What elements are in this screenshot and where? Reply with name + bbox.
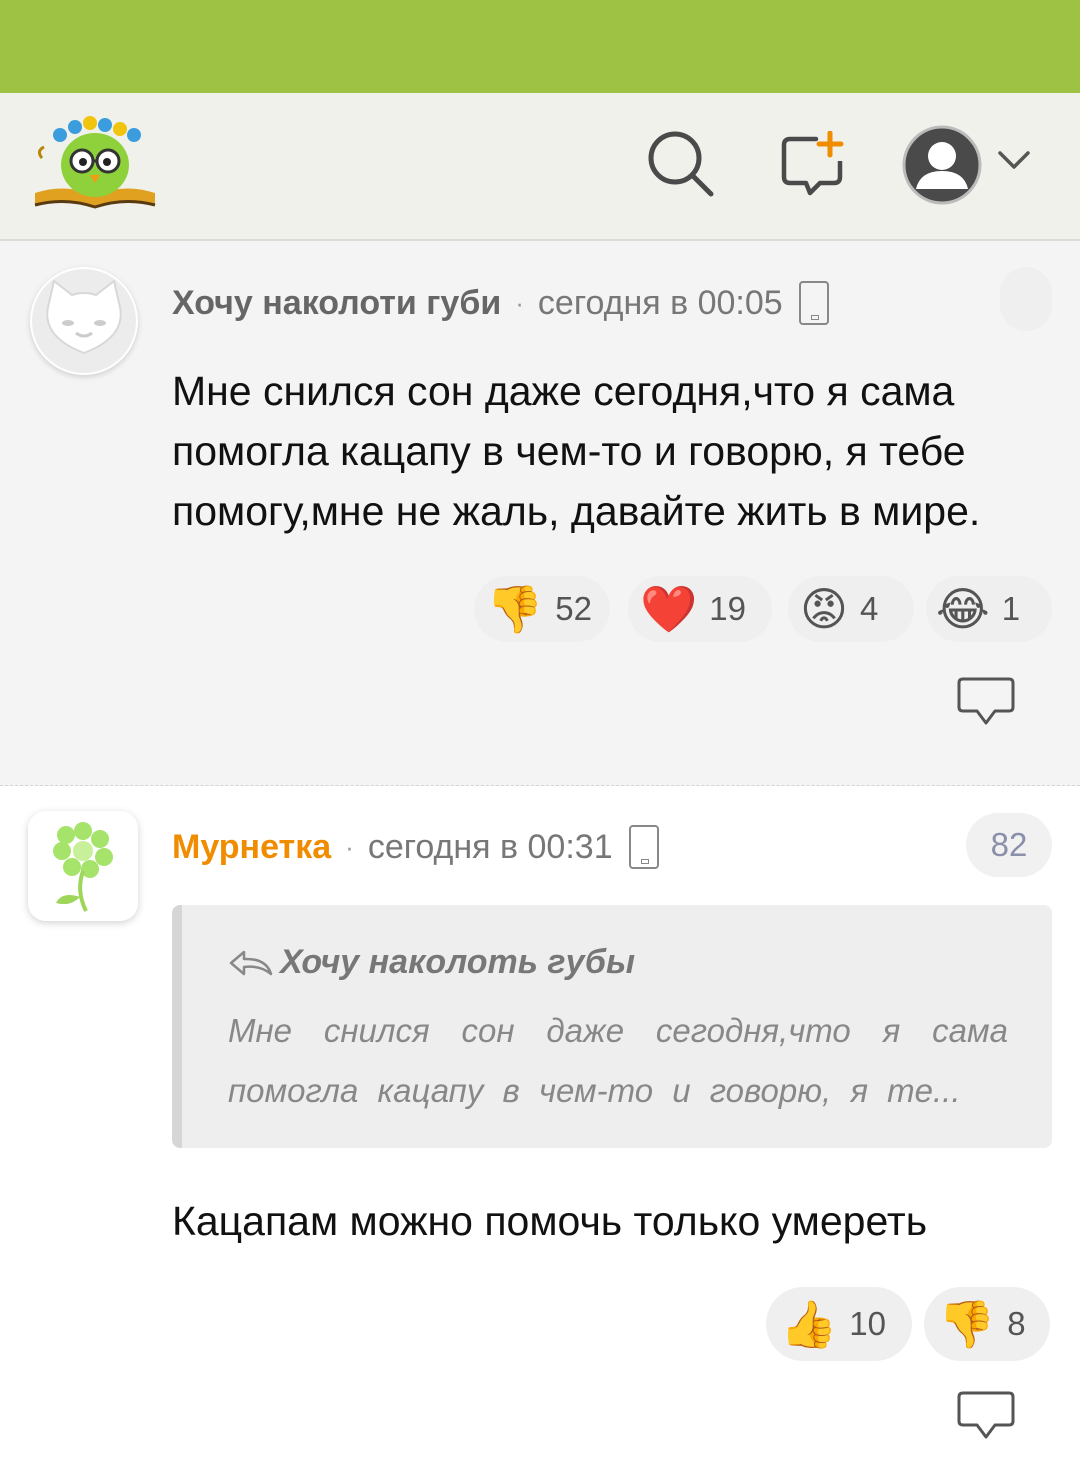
new-post-icon[interactable]: [778, 131, 848, 201]
reaction-thumbs-up[interactable]: 👍 10: [766, 1287, 912, 1361]
meta-separator: ·: [345, 831, 354, 862]
reaction-heart[interactable]: ❤️ 19: [628, 576, 772, 642]
status-bar: [0, 0, 1080, 93]
reaction-count: 8: [1007, 1305, 1026, 1342]
reaction-thumbs-down[interactable]: 👎 52: [474, 576, 610, 642]
thumbs-down-icon: 👎: [938, 1297, 996, 1351]
user-avatar-icon[interactable]: [900, 123, 984, 207]
flower-avatar-icon: [28, 811, 138, 921]
chevron-down-icon[interactable]: [996, 145, 1032, 175]
angry-face-icon: 😡: [800, 582, 848, 636]
reaction-count: 1: [1001, 590, 1021, 627]
comment-meta: Хочу наколоти губи · сегодня в 00:05: [172, 281, 829, 325]
reaction-count: 52: [555, 590, 592, 627]
mobile-device-icon: [628, 825, 659, 869]
comment-options[interactable]: [1000, 267, 1052, 331]
reaction-thumbs-down[interactable]: 👎 8: [924, 1287, 1050, 1361]
cat-avatar-icon: [32, 269, 136, 373]
reaction-angry[interactable]: 😡 4: [788, 576, 914, 642]
comment-author[interactable]: Хочу наколоти губи: [172, 284, 501, 323]
user-rating-badge[interactable]: 82: [966, 813, 1052, 877]
reaction-count: 10: [849, 1305, 886, 1342]
meta-separator: ·: [515, 287, 524, 318]
reaction-count: 19: [709, 590, 746, 627]
quote-text: Мне снился сон даже сегодня,что я сама п…: [228, 1012, 1008, 1109]
comment-item: Хочу наколоти губи · сегодня в 00:05 Мне…: [0, 241, 1080, 786]
quote-author-row: Хочу наколоть губы: [228, 943, 635, 982]
thumbs-down-icon: 👎: [486, 582, 544, 636]
quoted-comment[interactable]: Хочу наколоть губы Мне снился сон даже с…: [172, 905, 1052, 1148]
avatar[interactable]: [30, 267, 138, 375]
quote-author: Хочу наколоть губы: [280, 943, 635, 981]
avatar[interactable]: [28, 811, 138, 921]
search-icon[interactable]: [645, 128, 717, 200]
owl-book-logo[interactable]: [30, 113, 160, 213]
reaction-laugh[interactable]: 😂 1: [926, 576, 1052, 642]
laughing-face-icon: 😂: [936, 582, 990, 636]
mobile-device-icon: [798, 281, 829, 325]
heart-icon: ❤️: [640, 582, 698, 636]
comment-author[interactable]: Мурнетка: [172, 828, 331, 867]
comment-text: Кацапам можно помочь только умереть: [172, 1198, 928, 1244]
comment-meta: Мурнетка · сегодня в 00:31: [172, 825, 659, 869]
app-header: [0, 93, 1080, 241]
comment-time[interactable]: сегодня в 00:05: [538, 284, 783, 323]
thumbs-up-icon: 👍: [780, 1297, 838, 1351]
comment-time[interactable]: сегодня в 00:31: [368, 828, 613, 867]
comment-text: Мне снился сон даже сегодня,что я сама п…: [172, 368, 981, 534]
reaction-count: 4: [859, 590, 879, 627]
comment-item: Мурнетка · сегодня в 00:31 82 Хочу накол…: [0, 787, 1080, 1482]
reply-arrow-icon: [229, 950, 273, 975]
reply-icon[interactable]: [957, 1389, 1015, 1441]
reply-icon[interactable]: [957, 675, 1015, 727]
